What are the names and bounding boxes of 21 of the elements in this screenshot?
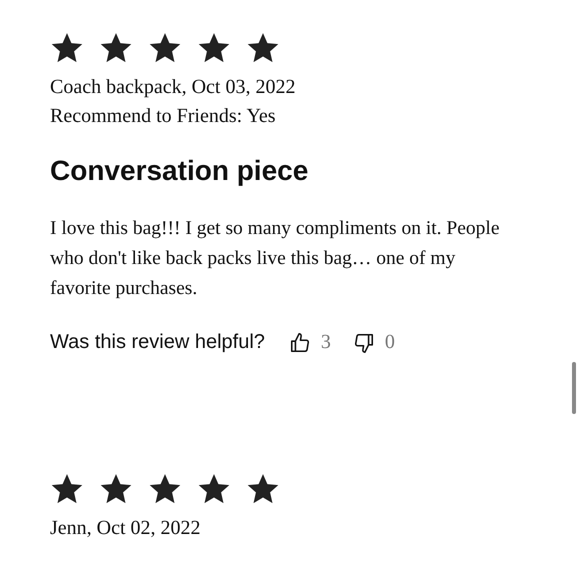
review-meta: Jenn, Oct 02, 2022 — [50, 516, 202, 541]
thumbs-up-icon — [288, 332, 311, 354]
scrollbar[interactable] — [572, 362, 576, 414]
review-meta: Coach backpack, Oct 03, 2022 — [50, 75, 296, 100]
star-icon — [148, 31, 182, 65]
thumbs-up-button[interactable]: 3 — [288, 331, 331, 354]
review-title: Conversation piece — [50, 154, 308, 188]
star-icon — [246, 31, 280, 65]
star-icon — [197, 472, 231, 506]
star-icon — [99, 31, 133, 65]
review-text: I love this bag!!! I get so many compliments on it. People who don't like back packs live this bag… one of my favorite purchases. — [50, 217, 500, 301]
thumbs-down-icon — [352, 332, 375, 354]
review-meta: Recommend to Friends: Yes — [50, 104, 277, 129]
thumbs-down-button[interactable]: 0 — [352, 331, 395, 354]
star-icon — [148, 472, 182, 506]
star-icon — [50, 31, 84, 65]
helpful-question: Was this review helpful? — [50, 331, 265, 354]
star-icon — [246, 472, 280, 506]
star-icon — [197, 31, 231, 65]
star-icon — [99, 472, 133, 506]
star-icon — [50, 472, 84, 506]
